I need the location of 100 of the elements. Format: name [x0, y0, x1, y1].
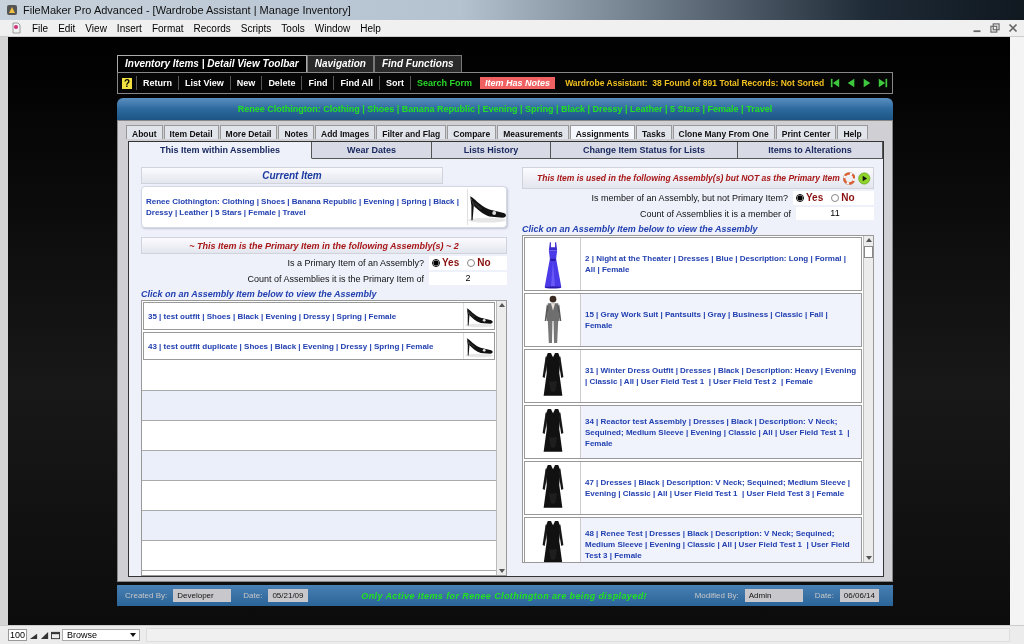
assembly-item[interactable]: 48 | Renee Test | Dresses | Black | Description: V Neck; Sequined; Medium Sleeve | Evening | Classic | All | User Field Test 1 | User Field Test 3 | Female: [524, 517, 862, 562]
scrollbar[interactable]: [863, 236, 873, 562]
radio-option[interactable]: No: [467, 257, 491, 268]
assembly-hint: Click on an Assembly Item below to view the Assembly: [141, 289, 378, 299]
radio-option[interactable]: No: [831, 192, 855, 203]
lifebuoy-icon[interactable]: [842, 169, 856, 187]
assembly-item[interactable]: 35 | test outfit | Shoes | Black | Evening | Dressy | Spring | Female: [143, 302, 495, 330]
menu-item[interactable]: Help: [355, 22, 386, 34]
assembly-item-text: 15 | Gray Work Suit | Pantsuits | Gray | Business | Classic | Fall | Female: [584, 309, 829, 331]
tab[interactable]: Help: [837, 125, 868, 139]
tab[interactable]: Notes: [278, 125, 314, 139]
document-icon[interactable]: [10, 22, 22, 34]
assembly-item[interactable]: 15 | Gray Work Suit | Pantsuits | Gray | Business | Classic | Fall | Female: [524, 293, 862, 347]
tab[interactable]: Clone Many From One: [672, 125, 775, 139]
assembly-item[interactable]: 2 | Night at the Theater | Dresses | Blue | Description: Long | Formal | All | Female: [524, 237, 862, 291]
play-icon[interactable]: [858, 169, 871, 187]
menu-item[interactable]: View: [80, 22, 112, 34]
primary-question: Is a Primary Item of an Assembly?: [287, 257, 424, 268]
scrollbar[interactable]: [496, 301, 506, 575]
radio-option[interactable]: Yes: [432, 257, 460, 268]
zoom-field[interactable]: 100: [8, 629, 28, 641]
toolbar-tab[interactable]: Navigation: [306, 55, 374, 72]
date-label: Date:: [243, 591, 263, 600]
first-record-icon[interactable]: [830, 78, 841, 88]
assembly-item[interactable]: 43 | test outfit duplicate | Shoes | Black | Evening | Dressy | Spring | Female: [143, 332, 495, 360]
radio-option[interactable]: Yes: [796, 192, 824, 203]
menu-item[interactable]: Insert: [111, 22, 147, 34]
primary-heading: ~ This Item is the Primary Item in the following Assembly(s) ~ 2: [141, 237, 507, 254]
toolbar-button[interactable]: Sort: [379, 76, 411, 90]
toolbar-button[interactable]: Return: [136, 76, 178, 90]
menu-item[interactable]: Records: [188, 22, 236, 34]
restore-icon[interactable]: [988, 21, 1002, 35]
current-item-text: Renee Clothington: Clothing | Shoes | Banana Republic | Evening | Spring | Black | Dressy | Leather | 5 Stars | Female | Travel: [145, 196, 460, 218]
tab[interactable]: Print Center: [775, 125, 837, 139]
footer-message: Only Active Items for Renee Clothington are being displayed!: [360, 590, 648, 601]
created-date-field: 05/21/09: [268, 589, 308, 602]
created-by-label: Created By:: [125, 591, 168, 600]
assembly-item[interactable]: 31 | Winter Dress Outfit | Dresses | Black | Description: Heavy | Evening | Classic | All | User Field Test 1 | User Field Test 2 | Female: [524, 349, 862, 403]
modified-date-field: 06/06/14: [839, 589, 879, 602]
scroll-thumb[interactable]: [864, 246, 873, 258]
subtab[interactable]: Change Item Status for Lists: [551, 142, 738, 159]
toolbar-button[interactable]: Find: [301, 76, 334, 90]
menu-item[interactable]: File: [27, 22, 54, 34]
previous-record-icon[interactable]: [846, 78, 857, 88]
member-count-label: Count of Assemblies it is a member of: [639, 208, 791, 219]
member-count-field: 11: [796, 207, 874, 220]
record-summary: Renee Clothington: Clothing | Shoes | Banana Republic | Evening | Spring | Black | Dressy | Leather | 5 Stars | Female | Travel: [237, 104, 773, 114]
modified-by-label: Modified By:: [694, 591, 739, 600]
toolbar-tab[interactable]: Find Functions: [373, 55, 462, 72]
assembly-item-text: 35 | test outfit | Shoes | Black | Evening | Dressy | Spring | Female: [147, 310, 398, 322]
radio-icon[interactable]: [432, 258, 440, 267]
toolbar-button[interactable]: Delete: [261, 76, 302, 90]
tab[interactable]: Measurements: [497, 125, 569, 139]
tab[interactable]: Item Detail: [163, 125, 219, 139]
menu-item[interactable]: Scripts: [235, 22, 277, 34]
search-form-button[interactable]: Search Form: [410, 76, 479, 90]
close-icon[interactable]: [1006, 21, 1020, 35]
next-record-icon[interactable]: [862, 78, 873, 88]
assembly-item-text: 34 | Reactor test Assembly | Dresses | Black | Description: V Neck; Sequined; Medium Sleeve | Evening | Classic | All | User Field Test 1 | Female: [584, 415, 851, 449]
menu-item[interactable]: Tools: [276, 22, 310, 34]
radio-icon[interactable]: [467, 258, 476, 267]
help-button[interactable]: ?: [122, 77, 132, 89]
member-heading: This Item is used in the following Assembly(s) but NOT as the Primary Item: [537, 173, 840, 183]
scroll-up-icon[interactable]: [864, 236, 873, 244]
toolbar-button[interactable]: Find All: [333, 76, 380, 90]
zoom-in-icon[interactable]: [40, 630, 50, 640]
menu-item[interactable]: Format: [146, 22, 189, 34]
subtab[interactable]: Lists History: [432, 142, 551, 159]
scroll-up-icon[interactable]: [497, 301, 506, 309]
radio-icon[interactable]: [831, 193, 840, 202]
tab[interactable]: About: [126, 125, 163, 139]
last-record-icon[interactable]: [878, 78, 889, 88]
assembly-item-text: 48 | Renee Test | Dresses | Black | Description: V Neck; Sequined; Medium Sleeve | Evening | Classic | All | User Field Test 1 | User Field Test 3 | Female: [584, 527, 851, 561]
created-by-field: Developer: [173, 589, 232, 602]
app-icon: [6, 4, 18, 16]
scroll-down-icon[interactable]: [497, 567, 506, 575]
radio-icon[interactable]: [796, 193, 804, 202]
caret-icon: [129, 631, 138, 639]
subtab[interactable]: Items to Alterations: [738, 142, 883, 159]
toolbar-button[interactable]: List View: [178, 76, 230, 90]
toolbar-button[interactable]: New: [229, 76, 262, 90]
tab[interactable]: Filter and Flag: [376, 125, 447, 139]
assembly-item[interactable]: 34 | Reactor test Assembly | Dresses | Black | Description: V Neck; Sequined; Medium Sleeve | Evening | Classic | All | User Field Test 1 | Female: [524, 405, 862, 459]
menu-item[interactable]: Edit: [53, 22, 81, 34]
date-label: Date:: [814, 591, 834, 600]
primary-count-label: Count of Assemblies it is the Primary Item of: [247, 273, 424, 284]
primary-count-field: 2: [429, 272, 507, 285]
subtab[interactable]: Wear Dates: [312, 142, 432, 159]
scroll-down-icon[interactable]: [864, 554, 873, 562]
tab[interactable]: More Detail: [219, 125, 278, 139]
window-title: FileMaker Pro Advanced - [Wardrobe Assistant | Manage Inventory]: [23, 4, 351, 16]
menu-item[interactable]: Window: [309, 22, 356, 34]
toolbar-tab[interactable]: Inventory Items | Detail View Toolbar: [117, 55, 307, 72]
tab[interactable]: Assignments: [569, 125, 636, 139]
layout-icon[interactable]: [51, 630, 61, 640]
mode-dropdown[interactable]: Browse: [62, 629, 141, 641]
tab[interactable]: Compare: [447, 125, 497, 139]
tab[interactable]: Add Images: [315, 125, 376, 139]
assembly-item[interactable]: 47 | Dresses | Black | Description: V Neck; Sequined; Medium Sleeve | Evening | Classic | All | User Field Test 1 | User Field Test 3 | Female: [524, 461, 862, 515]
tab[interactable]: Tasks: [636, 125, 672, 139]
